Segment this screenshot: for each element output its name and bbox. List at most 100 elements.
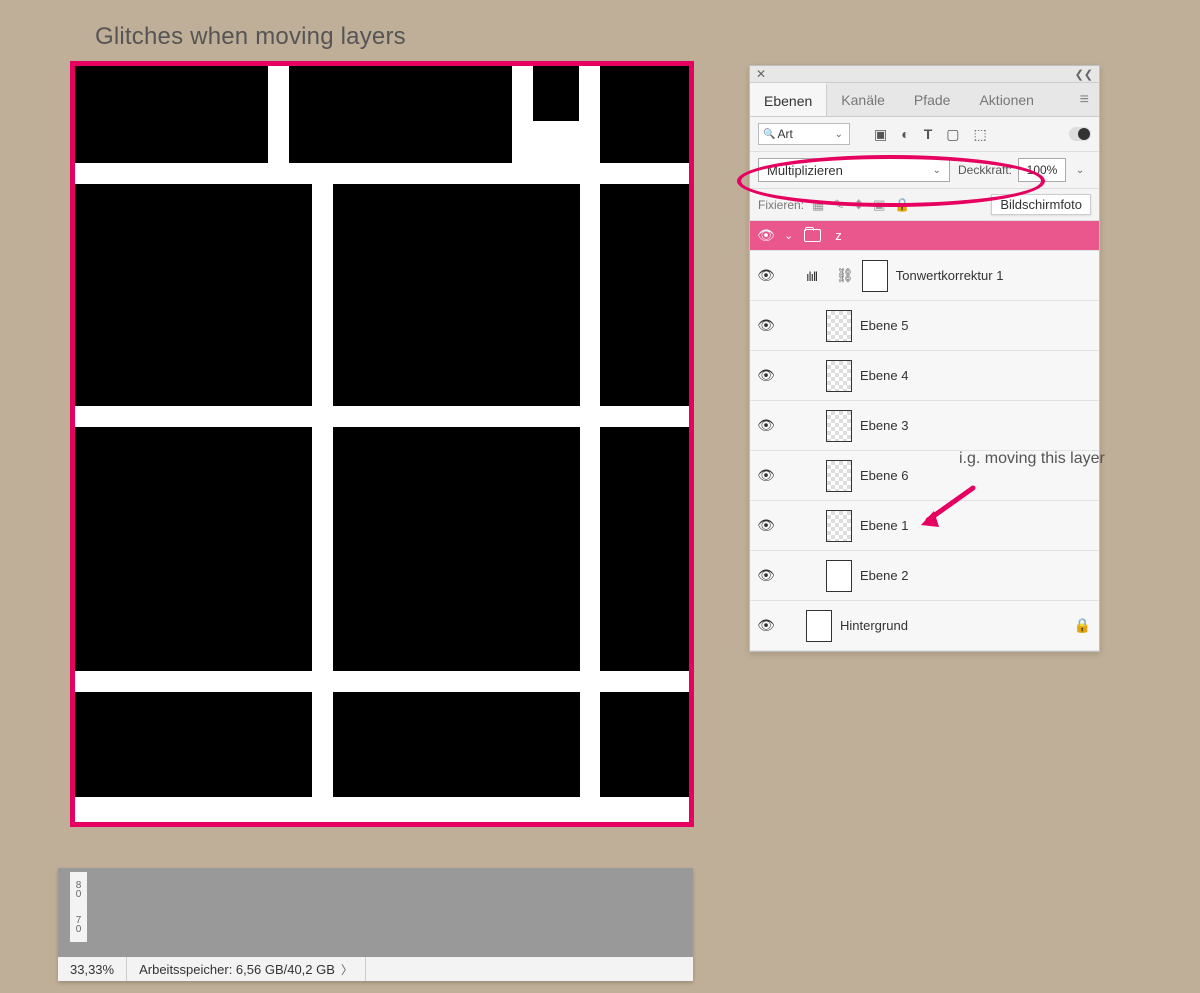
ruler-tick: 70 <box>70 907 87 942</box>
close-icon[interactable]: ✕ <box>756 67 766 81</box>
smartobj-filter-icon[interactable]: ⬚ <box>974 126 987 143</box>
tab-aktionen[interactable]: Aktionen <box>965 84 1048 115</box>
glitch-tile <box>289 66 512 163</box>
tab-pfade[interactable]: Pfade <box>900 84 966 115</box>
layer-thumb[interactable] <box>826 360 852 392</box>
panel-tabs: Ebenen Kanäle Pfade Aktionen ≡ <box>750 83 1099 117</box>
layer-group-z[interactable]: 👁 ⌄ z <box>750 221 1099 251</box>
layer-name[interactable]: Ebene 4 <box>860 368 908 383</box>
layer-mask-thumb[interactable] <box>862 260 888 292</box>
layer-name[interactable]: z <box>835 228 842 243</box>
search-icon: 🔍 <box>763 129 775 140</box>
lock-row: Fixieren: ▦ ✎ ✥ ▣ 🔒 Bildschirmfoto <box>750 189 1099 221</box>
visibility-icon[interactable]: 👁 <box>756 227 776 244</box>
layer-name[interactable]: Ebene 3 <box>860 418 908 433</box>
visibility-icon[interactable]: 👁 <box>756 317 776 334</box>
layers-list: 👁 ⌄ z 👁 ılıll ⛓ Tonwertkorrektur 1 👁 Ebe… <box>750 221 1099 651</box>
ruler-vertical: 80 70 <box>70 872 87 942</box>
lock-pixels-icon[interactable]: ▦ <box>812 197 824 213</box>
opacity-label: Deckkraft: <box>958 163 1012 177</box>
status-strip: 80 70 33,33% Arbeitsspeicher: 6,56 GB/40… <box>58 868 693 981</box>
blend-mode-select[interactable]: Multiplizieren ⌄ <box>758 158 950 182</box>
layer-name[interactable]: Ebene 6 <box>860 468 908 483</box>
layer-row-ebene1[interactable]: 👁 Ebene 1 <box>750 501 1099 551</box>
layer-name[interactable]: Ebene 5 <box>860 318 908 333</box>
canvas-inner <box>75 66 689 822</box>
annotation-text: i.g. moving this layer <box>959 450 1105 468</box>
zoom-readout[interactable]: 33,33% <box>58 957 127 981</box>
glitch-tile <box>333 427 580 671</box>
lock-paint-icon[interactable]: ✎ <box>833 197 844 213</box>
lock-all-icon[interactable]: 🔒 <box>894 197 910 213</box>
memory-value: Arbeitsspeicher: 6,56 GB/40,2 GB <box>139 962 335 977</box>
layer-thumb[interactable] <box>826 410 852 442</box>
adjustment-filter-icon[interactable]: ◐ <box>901 126 909 143</box>
visibility-icon[interactable]: 👁 <box>756 417 776 434</box>
glitch-tile <box>600 184 689 406</box>
layer-row-hintergrund[interactable]: 👁 Hintergrund 🔒 <box>750 601 1099 651</box>
glitch-tile <box>75 184 312 406</box>
glitch-tile <box>600 692 689 797</box>
layer-name[interactable]: Hintergrund <box>840 618 908 633</box>
opacity-chevron-icon[interactable]: ⌄ <box>1072 165 1088 176</box>
status-bar: 33,33% Arbeitsspeicher: 6,56 GB/40,2 GB … <box>58 957 693 981</box>
glitch-tile <box>600 66 689 163</box>
layer-row-ebene3[interactable]: 👁 Ebene 3 <box>750 401 1099 451</box>
collapse-icon[interactable]: ❮❮ <box>1075 68 1093 81</box>
memory-readout[interactable]: Arbeitsspeicher: 6,56 GB/40,2 GB 〉 <box>127 957 366 981</box>
layer-thumb[interactable] <box>826 460 852 492</box>
lock-artboard-icon[interactable]: ▣ <box>873 197 885 213</box>
opacity-input[interactable]: 100% <box>1018 158 1066 182</box>
filter-toggle[interactable] <box>1069 127 1091 141</box>
layer-row-ebene4[interactable]: 👁 Ebene 4 <box>750 351 1099 401</box>
visibility-icon[interactable]: 👁 <box>756 467 776 484</box>
glitch-tile <box>333 692 580 797</box>
glitch-tile <box>75 692 312 797</box>
panel-menu-icon[interactable]: ≡ <box>1070 91 1099 109</box>
panel-titlebar[interactable]: ✕ ❮❮ <box>750 66 1099 83</box>
ruler-tick: 80 <box>70 872 87 907</box>
glitch-tile <box>75 66 268 163</box>
shape-filter-icon[interactable]: ▢ <box>946 126 959 143</box>
layer-row-ebene5[interactable]: 👁 Ebene 5 <box>750 301 1099 351</box>
visibility-icon[interactable]: 👁 <box>756 517 776 534</box>
layer-thumb[interactable] <box>826 510 852 542</box>
blend-mode-value: Multiplizieren <box>767 163 843 178</box>
filter-label: Art <box>777 127 792 141</box>
canvas-glitch-frame <box>70 61 694 827</box>
layer-row-adjustment[interactable]: 👁 ılıll ⛓ Tonwertkorrektur 1 <box>750 251 1099 301</box>
chevron-down-icon: ⌄ <box>933 165 941 176</box>
visibility-icon[interactable]: 👁 <box>756 367 776 384</box>
tab-ebenen[interactable]: Ebenen <box>750 83 827 116</box>
visibility-icon[interactable]: 👁 <box>756 267 776 284</box>
layer-thumb[interactable] <box>826 310 852 342</box>
layer-thumb[interactable] <box>826 560 852 592</box>
link-icon[interactable]: ⛓ <box>836 267 854 284</box>
tab-kanaele[interactable]: Kanäle <box>827 84 900 115</box>
page-title: Glitches when moving layers <box>95 23 406 51</box>
blend-row: Multiplizieren ⌄ Deckkraft: 100% ⌄ <box>750 152 1099 189</box>
layer-name[interactable]: Tonwertkorrektur 1 <box>896 268 1004 283</box>
layer-name[interactable]: Ebene 2 <box>860 568 908 583</box>
text-filter-icon[interactable]: T <box>924 126 933 143</box>
chevron-right-icon: 〉 <box>341 961 353 978</box>
layer-name[interactable]: Ebene 1 <box>860 518 908 533</box>
visibility-icon[interactable]: 👁 <box>756 567 776 584</box>
glitch-tile <box>600 427 689 671</box>
zoom-value: 33,33% <box>70 962 114 977</box>
layers-panel: ✕ ❮❮ Ebenen Kanäle Pfade Aktionen ≡ 🔍 Ar… <box>749 65 1100 652</box>
lock-move-icon[interactable]: ✥ <box>853 197 864 213</box>
visibility-icon[interactable]: 👁 <box>756 617 776 634</box>
screenshot-chip: Bildschirmfoto <box>991 194 1091 215</box>
chevron-down-icon: ⌄ <box>835 129 843 140</box>
levels-adjustment-icon: ılıll <box>806 269 828 283</box>
image-filter-icon[interactable]: ▣ <box>874 126 887 143</box>
lock-label: Fixieren: <box>758 198 804 212</box>
lock-icon: 🔒 <box>1074 617 1091 634</box>
filter-select[interactable]: 🔍 Art ⌄ <box>758 123 850 145</box>
group-caret-icon[interactable]: ⌄ <box>784 229 793 242</box>
layer-row-ebene2[interactable]: 👁 Ebene 2 <box>750 551 1099 601</box>
glitch-tile <box>333 184 580 406</box>
layer-thumb[interactable] <box>806 610 832 642</box>
filter-row: 🔍 Art ⌄ ▣ ◐ T ▢ ⬚ <box>750 117 1099 152</box>
